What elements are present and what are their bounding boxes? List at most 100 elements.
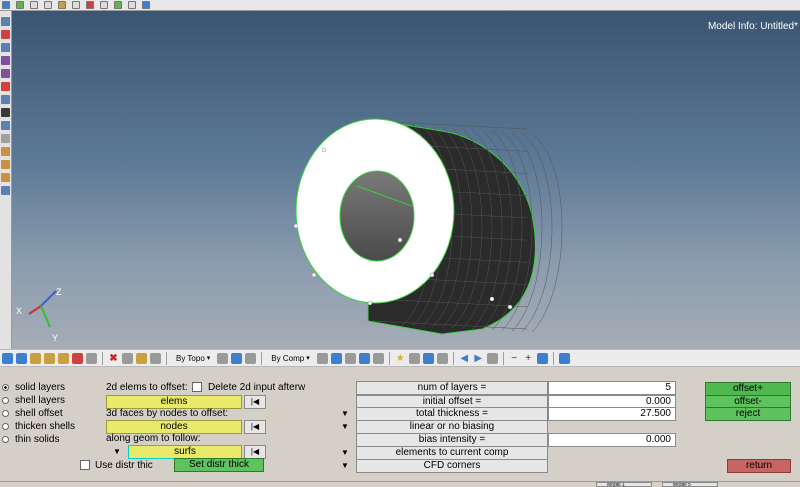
delete-icon[interactable]: ✖ bbox=[108, 353, 119, 364]
reject-button[interactable]: reject bbox=[705, 407, 791, 421]
visual-icon[interactable] bbox=[150, 352, 161, 364]
tool-icon[interactable] bbox=[1, 69, 10, 78]
visual-icon[interactable] bbox=[344, 352, 356, 364]
toolbar-icon[interactable] bbox=[16, 1, 24, 9]
visual-icon[interactable] bbox=[2, 352, 13, 364]
tool-icon[interactable] bbox=[1, 121, 10, 130]
visual-icon[interactable] bbox=[436, 352, 448, 364]
svg-text:Z: Z bbox=[56, 287, 62, 297]
set-distr-thick-button[interactable]: Set distr thick bbox=[174, 458, 264, 472]
nodes-reset-button[interactable]: |◀ bbox=[244, 420, 266, 434]
toolbar-icon[interactable] bbox=[128, 1, 136, 9]
cfd-corners-option[interactable]: CFD corners bbox=[356, 459, 548, 473]
minus-icon[interactable]: − bbox=[509, 353, 520, 364]
visual-icon[interactable] bbox=[536, 352, 548, 364]
toolbar-icon[interactable] bbox=[114, 1, 122, 9]
surfs-entity-toggle[interactable]: ▼ bbox=[106, 445, 128, 459]
toolbar-icon[interactable] bbox=[30, 1, 38, 9]
tool-icon[interactable] bbox=[1, 82, 10, 91]
visual-icon[interactable] bbox=[231, 352, 243, 364]
visual-icon[interactable] bbox=[330, 352, 342, 364]
plus-icon[interactable]: + bbox=[523, 353, 534, 364]
toolbar-icon[interactable] bbox=[142, 1, 150, 9]
radio-button[interactable] bbox=[2, 435, 9, 443]
num-layers-input[interactable]: 5 bbox=[548, 381, 676, 395]
surfs-selector[interactable]: surfs bbox=[128, 445, 242, 459]
tool-icon[interactable] bbox=[1, 95, 10, 104]
toolbar-icon[interactable] bbox=[44, 1, 52, 9]
elements-to-comp-option[interactable]: elements to current comp bbox=[356, 446, 548, 460]
offset-plus-button[interactable]: offset+ bbox=[705, 382, 791, 396]
elems-to-offset-label: 2d elems to offset: bbox=[106, 382, 188, 393]
tool-icon[interactable] bbox=[1, 17, 10, 26]
chevron-down-icon: ▾ bbox=[306, 355, 310, 362]
visual-icon[interactable] bbox=[30, 352, 41, 364]
option-shell-offset[interactable]: shell offset bbox=[2, 407, 63, 419]
visual-icon[interactable] bbox=[72, 352, 83, 364]
visual-icon[interactable] bbox=[372, 352, 384, 364]
offset-panel: solid layers shell layers shell offset t… bbox=[0, 367, 800, 481]
arrow-right-icon[interactable]: ▶ bbox=[473, 353, 484, 364]
nodes-selector[interactable]: nodes bbox=[106, 420, 242, 434]
radio-button[interactable] bbox=[2, 383, 9, 391]
tool-icon[interactable] bbox=[1, 147, 10, 156]
elements-comp-toggle[interactable]: ▼ bbox=[334, 446, 356, 460]
option-thicken-shells[interactable]: thicken shells bbox=[2, 420, 75, 432]
visual-icon[interactable] bbox=[122, 352, 133, 364]
visual-icon[interactable] bbox=[316, 352, 328, 364]
tool-icon[interactable] bbox=[1, 173, 10, 182]
bias-intensity-input[interactable]: 0.000 bbox=[548, 433, 676, 447]
option-shell-layers[interactable]: shell layers bbox=[2, 394, 65, 406]
toolbar-icon[interactable] bbox=[86, 1, 94, 9]
tool-icon[interactable] bbox=[1, 160, 10, 169]
return-button[interactable]: return bbox=[727, 459, 791, 473]
separator bbox=[166, 351, 167, 365]
option-solid-layers[interactable]: solid layers bbox=[2, 381, 65, 393]
delete-2d-checkbox[interactable] bbox=[192, 382, 202, 392]
visual-icon[interactable] bbox=[358, 352, 370, 364]
radio-button[interactable] bbox=[2, 396, 9, 404]
radio-button[interactable] bbox=[2, 422, 9, 430]
tool-icon[interactable] bbox=[1, 43, 10, 52]
biasing-toggle[interactable]: ▼ bbox=[334, 420, 356, 434]
by-comp-dropdown[interactable]: By Comp ▾ bbox=[267, 352, 313, 365]
visual-icon[interactable] bbox=[58, 352, 69, 364]
model-tab-1[interactable]: Model 1 bbox=[596, 482, 652, 487]
cfd-corners-toggle[interactable]: ▼ bbox=[334, 459, 356, 473]
visual-icon[interactable] bbox=[217, 352, 229, 364]
cylinder-mesh-model[interactable]: Z X Y bbox=[12, 11, 800, 349]
tool-icon[interactable] bbox=[1, 30, 10, 39]
star-icon[interactable]: ★ bbox=[395, 353, 406, 364]
visual-icon[interactable] bbox=[16, 352, 27, 364]
visual-icon[interactable] bbox=[245, 352, 257, 364]
thickness-toggle[interactable]: ▼ bbox=[334, 407, 356, 421]
option-thin-solids[interactable]: thin solids bbox=[2, 433, 59, 445]
visual-icon[interactable] bbox=[136, 352, 147, 364]
visual-icon[interactable] bbox=[44, 352, 55, 364]
visual-icon[interactable] bbox=[422, 352, 434, 364]
toolbar-icon[interactable] bbox=[72, 1, 80, 9]
svg-text:Y: Y bbox=[52, 333, 58, 343]
visual-icon[interactable] bbox=[86, 352, 97, 364]
tool-icon[interactable] bbox=[1, 56, 10, 65]
elems-selector[interactable]: elems bbox=[106, 395, 242, 409]
arrow-left-icon[interactable]: ◀ bbox=[459, 353, 470, 364]
visual-icon[interactable] bbox=[558, 352, 570, 364]
tool-icon[interactable] bbox=[1, 186, 10, 195]
tool-icon[interactable] bbox=[1, 108, 10, 117]
radio-button[interactable] bbox=[2, 409, 9, 417]
by-topo-dropdown[interactable]: By Topo ▾ bbox=[172, 352, 214, 365]
model-tab-5[interactable]: Model 5 bbox=[662, 482, 718, 487]
use-distr-checkbox[interactable] bbox=[80, 460, 90, 470]
toolbar-icon[interactable] bbox=[2, 1, 10, 9]
undo-icon[interactable] bbox=[486, 352, 498, 364]
graphics-viewport[interactable]: Model Info: Untitled* Z X Y bbox=[12, 11, 800, 349]
toolbar-icon[interactable] bbox=[58, 1, 66, 9]
tool-icon[interactable] bbox=[1, 134, 10, 143]
total-thickness-input[interactable]: 27.500 bbox=[548, 407, 676, 421]
surfs-reset-button[interactable]: |◀ bbox=[244, 445, 266, 459]
elems-reset-button[interactable]: |◀ bbox=[244, 395, 266, 409]
visual-icon[interactable] bbox=[408, 352, 420, 364]
toolbar-icon[interactable] bbox=[100, 1, 108, 9]
biasing-option[interactable]: linear or no biasing bbox=[356, 420, 548, 434]
